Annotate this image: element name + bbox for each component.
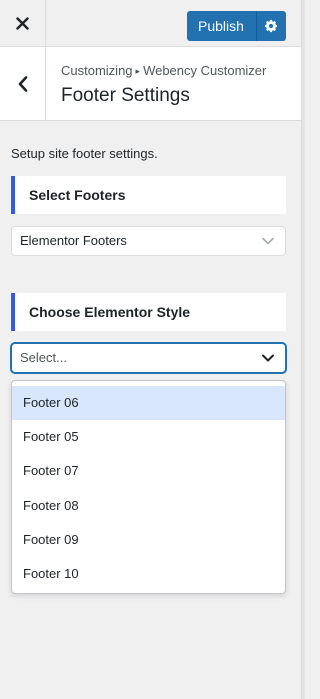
- close-icon: [16, 16, 29, 30]
- elementor-style-heading: Choose Elementor Style: [11, 293, 286, 331]
- publish-settings-button[interactable]: [255, 11, 286, 41]
- breadcrumb-section: Webency Customizer: [143, 63, 267, 78]
- breadcrumb-root: Customizing: [61, 63, 133, 78]
- dropdown-option-footer-09[interactable]: Footer 09: [12, 523, 285, 557]
- dropdown-option-footer-08[interactable]: Footer 08: [12, 489, 285, 523]
- chevron-down-icon: [262, 354, 274, 362]
- breadcrumb-separator: ▸: [135, 66, 141, 76]
- dropdown-option-footer-10[interactable]: Footer 10: [12, 557, 285, 591]
- section-titlebar: Customizing ▸ Webency Customizer Footer Se…: [0, 47, 301, 121]
- close-customizer-button[interactable]: [0, 0, 46, 46]
- customizer-header: Publish: [0, 0, 301, 47]
- select-footers-dropdown[interactable]: Elementor Footers: [11, 226, 286, 256]
- elementor-style-select[interactable]: Select...: [11, 343, 286, 373]
- panel-edge: [301, 0, 305, 699]
- select-footers-heading: Select Footers: [11, 176, 286, 214]
- publish-button[interactable]: Publish: [187, 11, 256, 41]
- dropdown-option-footer-06[interactable]: Footer 06: [12, 386, 285, 421]
- select-footers-value: Elementor Footers: [20, 233, 127, 248]
- page-title: Footer Settings: [61, 85, 190, 106]
- back-button[interactable]: [0, 47, 46, 120]
- customizer-panel: Publish Customizing ▸ Webency Customizer F…: [0, 0, 301, 699]
- chevron-down-icon: [262, 237, 274, 245]
- chevron-left-icon: [18, 75, 27, 92]
- breadcrumb: Customizing ▸ Webency Customizer: [61, 63, 266, 78]
- section-description: Setup site footer settings.: [11, 146, 158, 161]
- elementor-style-placeholder: Select...: [20, 350, 67, 365]
- elementor-style-options-list: Footer 06 Footer 05 Footer 07 Footer 08 …: [11, 380, 286, 594]
- publish-button-group: Publish: [187, 11, 286, 41]
- gear-icon: [265, 19, 278, 33]
- dropdown-option-footer-07[interactable]: Footer 07: [12, 454, 285, 488]
- dropdown-option-footer-05[interactable]: Footer 05: [12, 420, 285, 454]
